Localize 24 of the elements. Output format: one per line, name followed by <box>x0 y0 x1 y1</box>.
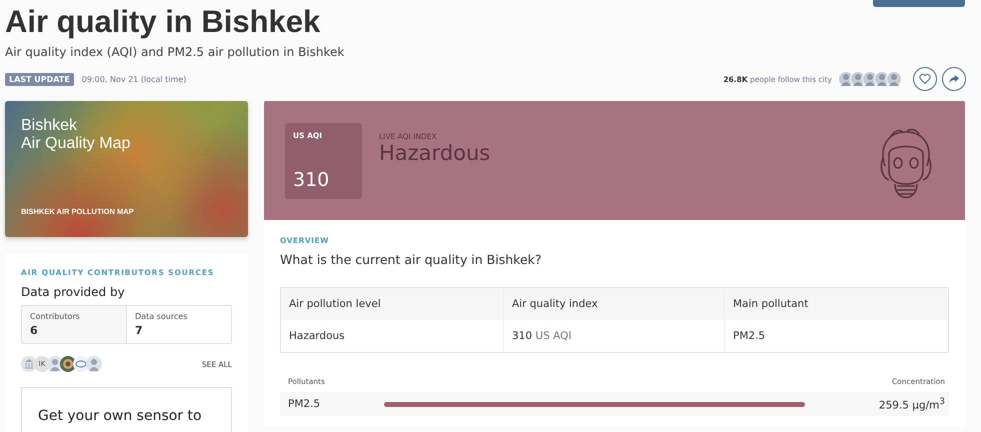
last-update-time: 09:00, Nov 21 (local time) <box>82 74 186 84</box>
table-cell-text: PM2.5 <box>732 329 766 344</box>
last-update-badge: LAST UPDATE <box>5 72 74 86</box>
map-title: Bishkek Air Quality Map <box>21 117 130 153</box>
table-cell: Hazardous <box>281 320 504 352</box>
favorite-button[interactable] <box>913 67 937 91</box>
heart-icon[interactable] <box>919 73 931 85</box>
column-header: Air quality index <box>504 288 725 320</box>
column-header: Air pollution level <box>281 288 504 320</box>
sensor-promo-title: Get your own sensor to <box>38 408 203 424</box>
section-title: Data provided by <box>21 285 126 299</box>
stat-tile[interactable]: Data sources 7 <box>127 306 231 343</box>
share-button[interactable] <box>942 67 966 91</box>
follower-avatars-icon <box>838 71 902 87</box>
page-title: Air quality in Bishkek <box>4 3 320 41</box>
share-icon[interactable] <box>948 73 960 85</box>
column-header: Main pollutant <box>732 297 810 312</box>
page-subtitle: Air quality index (AQI) and PM2.5 air pollution in Bishkek <box>4 44 346 59</box>
aqi-status: Hazardous <box>379 141 490 165</box>
overview-question: What is the current air quality in Bishkek? <box>280 252 543 267</box>
table-cell: 310 US AQI <box>504 320 725 352</box>
concentration-value: 259.5 µg/m$^{3}$ <box>878 396 945 412</box>
pollutant-name: PM2.5 <box>288 398 322 410</box>
aqi-value: 310 <box>293 169 330 191</box>
